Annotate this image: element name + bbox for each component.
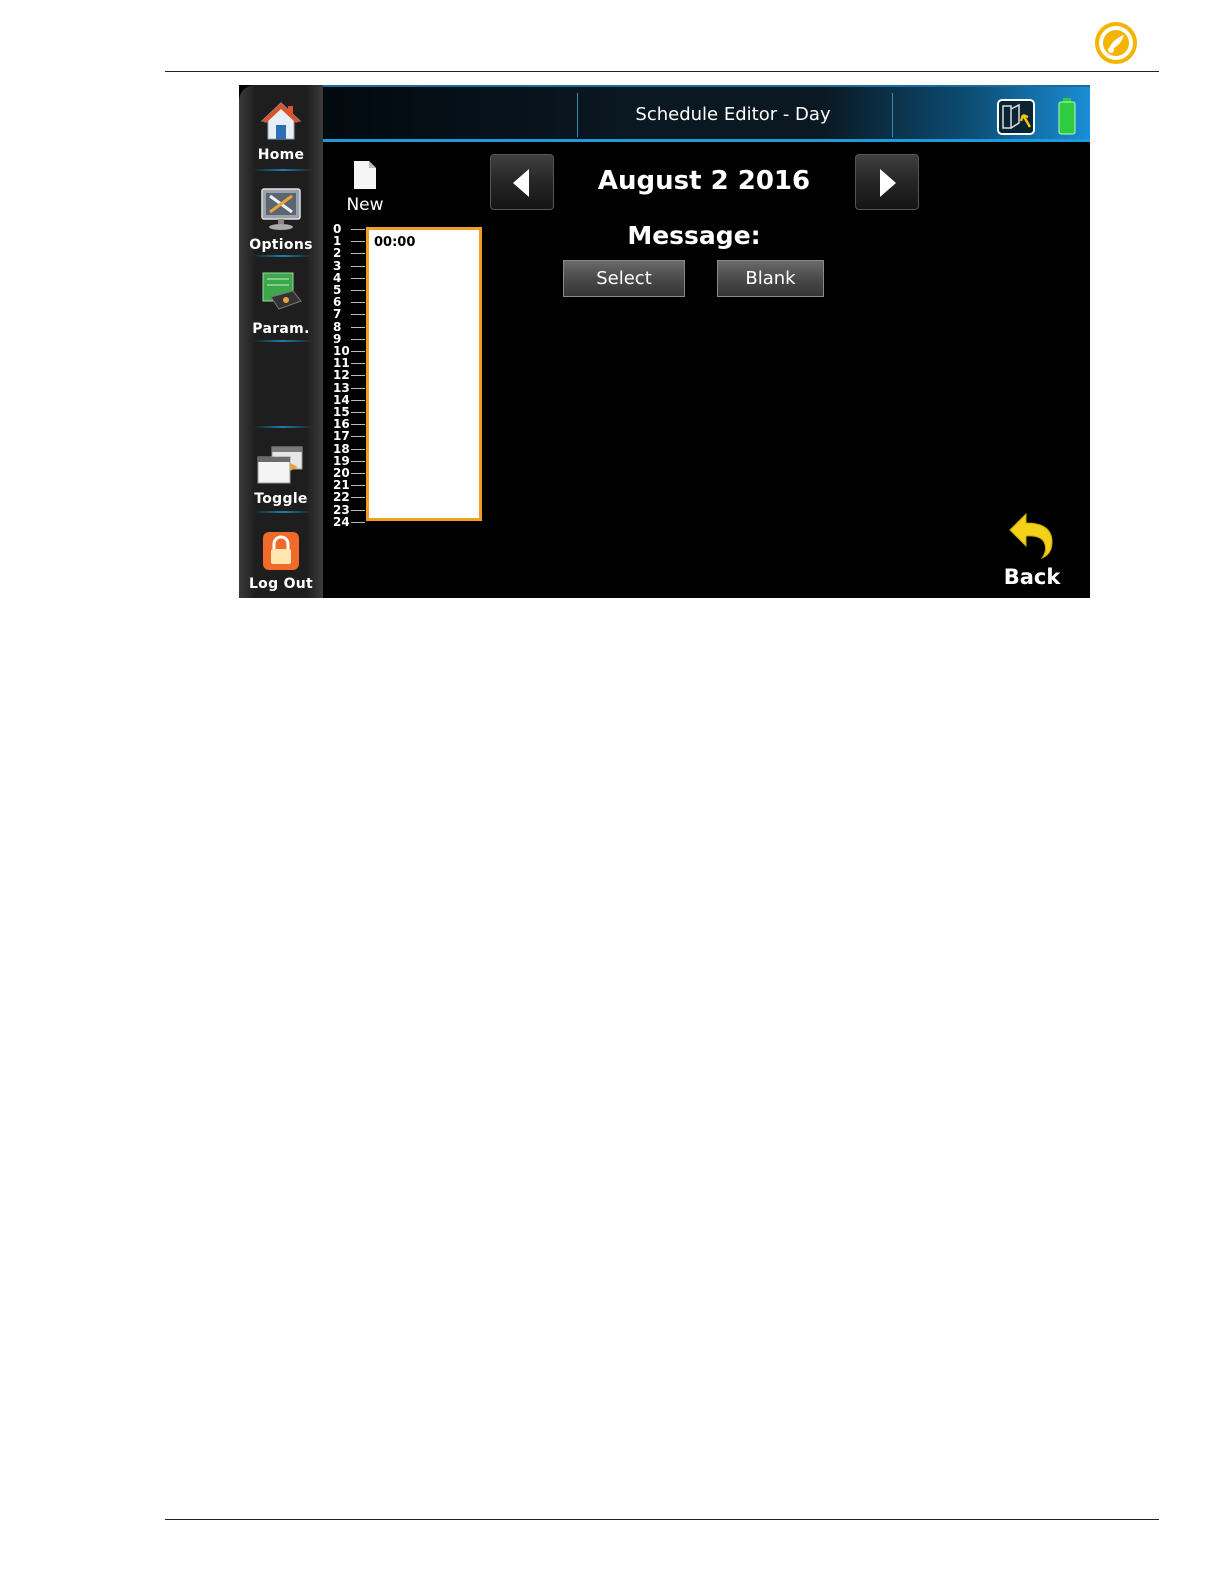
arrow-left-icon — [513, 169, 529, 197]
hour-tick-line — [351, 290, 365, 291]
hour-tick-line — [351, 277, 365, 279]
header-divider — [577, 93, 578, 137]
hour-tick-label: 18 — [333, 441, 350, 456]
hour-tick-line — [351, 229, 365, 230]
hour-tick-line — [351, 436, 365, 438]
header-divider — [892, 93, 893, 137]
hour-tick-label: 8 — [333, 319, 342, 334]
hour-tick-label: 21 — [333, 478, 350, 493]
next-day-button[interactable] — [855, 154, 919, 210]
hour-tick-label: 4 — [333, 270, 342, 285]
sidebar-item-options[interactable]: Options — [239, 187, 323, 253]
hour-tick-line — [351, 375, 365, 377]
sidebar-item-label: Home — [257, 147, 305, 163]
new-button[interactable]: New — [342, 160, 388, 215]
sidebar-divider — [253, 426, 313, 428]
hour-tick-line — [351, 485, 365, 487]
back-arrow-icon — [1009, 512, 1053, 560]
battery-icon — [1057, 97, 1077, 139]
hour-tick-line — [351, 363, 365, 365]
sidebar-divider — [253, 511, 313, 513]
schedule-date: August 2 2016 — [597, 166, 811, 196]
hour-tick-line — [351, 412, 365, 413]
sidebar-divider — [253, 340, 313, 342]
hour-tick-label: 19 — [333, 453, 350, 468]
hour-tick-label: 7 — [333, 307, 342, 322]
sidebar: Home Options Param. Toggle Log Out — [239, 85, 323, 598]
hour-tick-label: 1 — [333, 234, 342, 249]
hour-tick-label: 16 — [333, 417, 350, 432]
hour-tick-line — [351, 253, 365, 255]
hour-tick-line — [351, 424, 365, 426]
sidebar-item-label: Param. — [252, 321, 310, 337]
blank-message-button[interactable]: Blank — [717, 260, 824, 297]
hour-tick-line — [351, 241, 365, 243]
hour-tick-line — [351, 326, 365, 328]
hour-tick-line — [351, 473, 365, 474]
brand-logo-icon — [1094, 21, 1138, 65]
hour-tick-label: 3 — [333, 258, 342, 273]
toggle-icon — [257, 446, 303, 484]
hour-tick-label: 20 — [333, 466, 350, 480]
hour-tick-label: 14 — [333, 392, 350, 407]
hour-tick-line — [351, 497, 365, 499]
hour-tick-label: 9 — [333, 331, 342, 346]
hour-tick-label: 13 — [333, 380, 350, 395]
sidebar-item-label: Log Out — [248, 576, 314, 592]
hour-tick-line — [351, 338, 365, 340]
hour-tick-label: 17 — [333, 429, 350, 444]
title-bar: Schedule Editor - Day — [323, 85, 1090, 142]
sidebar-item-label: Toggle — [254, 491, 308, 507]
hour-tick-line — [351, 509, 365, 511]
sidebar-item-logout[interactable]: Log Out — [239, 530, 323, 592]
hour-tick-line — [351, 448, 365, 450]
sidebar-divider — [253, 169, 313, 171]
previous-day-button[interactable] — [490, 154, 554, 210]
hour-tick-label: 23 — [333, 502, 350, 517]
page-title: Schedule Editor - Day — [635, 104, 831, 125]
parameters-icon — [262, 272, 302, 310]
hour-tick-line — [351, 387, 365, 389]
hour-tick-label: 5 — [333, 283, 342, 297]
sidebar-divider — [253, 255, 313, 257]
home-icon — [260, 102, 302, 140]
hour-tick-label: 22 — [333, 490, 350, 505]
hour-tick-line — [351, 460, 365, 462]
schedule-entry-time: 00:00 — [374, 235, 416, 250]
new-document-icon — [354, 161, 376, 189]
hour-tick-label: 2 — [333, 246, 342, 261]
sidebar-item-toggle[interactable]: Toggle — [239, 445, 323, 507]
status-monitor-icon[interactable] — [997, 99, 1035, 139]
sidebar-item-home[interactable]: Home — [239, 101, 323, 163]
hour-tick-label: 15 — [333, 405, 350, 419]
new-label: New — [346, 195, 384, 215]
page-bottom-rule — [165, 1519, 1159, 1520]
back-button[interactable]: Back — [999, 510, 1065, 589]
select-message-button[interactable]: Select — [563, 260, 685, 297]
hour-tick-line — [351, 351, 365, 352]
lock-icon — [263, 532, 299, 570]
hour-tick-label: 11 — [333, 356, 350, 371]
message-label: Message: — [627, 221, 761, 250]
hour-tick-label: 10 — [333, 344, 350, 358]
page-top-rule — [165, 71, 1159, 72]
hour-tick-line — [351, 314, 365, 316]
options-icon — [261, 188, 301, 230]
sidebar-item-label: Options — [249, 237, 313, 253]
hour-tick-line — [351, 265, 365, 267]
back-label: Back — [1003, 565, 1061, 589]
hour-timeline: 0 1 2 3 4 5 6 7 8 9 10 11 12 13 14 15 16 17 18 19 20 21 22 23 24 — [333, 222, 367, 529]
sidebar-item-param[interactable]: Param. — [239, 271, 323, 337]
hour-tick-label: 12 — [333, 368, 350, 383]
day-schedule-box[interactable]: 00:00 — [366, 227, 482, 521]
arrow-right-icon — [880, 169, 896, 197]
hour-tick-label: 24 — [333, 514, 350, 529]
hour-tick-line — [351, 302, 365, 304]
hour-tick-line — [351, 399, 365, 401]
hour-tick-line — [351, 521, 365, 523]
hmi-screen: Home Options Param. Toggle Log Out Sched… — [239, 85, 1090, 598]
hour-tick-label: 6 — [333, 295, 342, 310]
hour-tick-label: 0 — [333, 222, 342, 236]
